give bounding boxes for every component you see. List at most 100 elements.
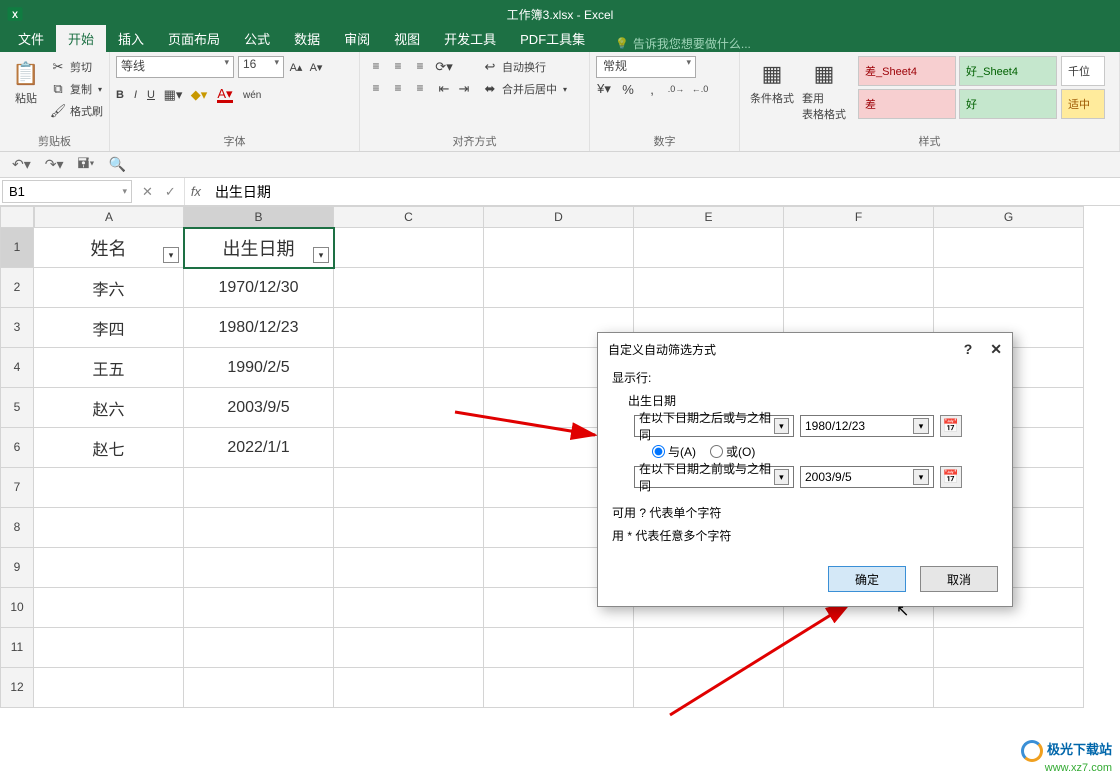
cell[interactable] bbox=[334, 268, 484, 308]
align-center[interactable]: ≡ bbox=[388, 78, 408, 98]
cell[interactable] bbox=[784, 668, 934, 708]
cell[interactable]: 2003/9/5 bbox=[184, 388, 334, 428]
tab-insert[interactable]: 插入 bbox=[106, 25, 156, 52]
decrease-indent-icon[interactable]: ⇤ bbox=[436, 81, 452, 97]
cell[interactable] bbox=[484, 668, 634, 708]
calendar-picker-1[interactable]: 📅 bbox=[940, 415, 962, 437]
cell-styles-gallery[interactable]: 差_Sheet4 好_Sheet4 差 好 bbox=[858, 56, 1057, 119]
cell[interactable] bbox=[184, 548, 334, 588]
preview-button[interactable]: 🔍 bbox=[109, 156, 126, 173]
criteria1-value-input[interactable]: 1980/12/23▾ bbox=[800, 415, 934, 437]
cell[interactable] bbox=[334, 668, 484, 708]
cell[interactable] bbox=[784, 628, 934, 668]
cell[interactable]: 1980/12/23 bbox=[184, 308, 334, 348]
style-bad-sheet4[interactable]: 差_Sheet4 bbox=[858, 56, 956, 86]
tab-home[interactable]: 开始 bbox=[56, 25, 106, 52]
tab-view[interactable]: 视图 bbox=[382, 25, 432, 52]
table-format-button[interactable]: ▦ 套用 表格格式 bbox=[798, 56, 850, 124]
tab-data[interactable]: 数据 bbox=[282, 25, 332, 52]
style-good[interactable]: 好 bbox=[959, 89, 1057, 119]
criteria1-operator-select[interactable]: 在以下日期之后或与之相同▾ bbox=[634, 415, 794, 437]
border-button[interactable]: ▦▾ bbox=[165, 87, 181, 103]
cell[interactable]: 王五 bbox=[34, 348, 184, 388]
font-name-select[interactable]: 等线 bbox=[116, 56, 234, 78]
dialog-close-button[interactable]: ✕ bbox=[990, 341, 1002, 358]
phonetic-button[interactable]: wén bbox=[243, 90, 261, 101]
cell[interactable] bbox=[334, 628, 484, 668]
align-middle[interactable]: ≡ bbox=[388, 56, 408, 76]
wrap-text-button[interactable]: ↩自动换行 bbox=[482, 56, 567, 78]
enter-formula-icon[interactable]: ✓ bbox=[165, 184, 176, 200]
col-header-G[interactable]: G bbox=[934, 206, 1084, 228]
col-header-C[interactable]: C bbox=[334, 206, 484, 228]
cell[interactable] bbox=[34, 508, 184, 548]
row-header-11[interactable]: 11 bbox=[0, 628, 34, 668]
increase-font-icon[interactable]: A▴ bbox=[288, 59, 304, 75]
cell[interactable]: 2022/1/1 bbox=[184, 428, 334, 468]
format-painter-button[interactable]: 🖌格式刷 bbox=[50, 100, 103, 122]
increase-indent-icon[interactable]: ⇥ bbox=[456, 81, 472, 97]
style-neutral[interactable]: 适中 bbox=[1061, 89, 1105, 119]
dialog-help-button[interactable]: ? bbox=[964, 341, 973, 358]
select-all-corner[interactable] bbox=[0, 206, 34, 228]
row-header-2[interactable]: 2 bbox=[0, 268, 34, 308]
decrease-decimal-icon[interactable]: ←.0 bbox=[692, 81, 708, 97]
currency-icon[interactable]: ¥▾ bbox=[596, 81, 612, 97]
cell[interactable] bbox=[484, 628, 634, 668]
font-size-select[interactable]: 16 bbox=[238, 56, 284, 78]
row-header-9[interactable]: 9 bbox=[0, 548, 34, 588]
decrease-font-icon[interactable]: A▾ bbox=[308, 59, 324, 75]
cancel-formula-icon[interactable]: ✕ bbox=[142, 184, 153, 200]
style-bad[interactable]: 差 bbox=[858, 89, 956, 119]
col-header-F[interactable]: F bbox=[784, 206, 934, 228]
orientation-icon[interactable]: ⟳▾ bbox=[436, 59, 452, 75]
cell[interactable] bbox=[334, 428, 484, 468]
font-color-button[interactable]: A▾ bbox=[217, 87, 233, 103]
cell[interactable] bbox=[334, 348, 484, 388]
cancel-button[interactable]: 取消 bbox=[920, 566, 998, 592]
align-top[interactable]: ≡ bbox=[366, 56, 386, 76]
cell[interactable] bbox=[334, 548, 484, 588]
merge-center-button[interactable]: ⬌合并后居中▾ bbox=[482, 78, 567, 100]
number-format-select[interactable]: 常规 bbox=[596, 56, 696, 78]
cell[interactable] bbox=[634, 228, 784, 268]
conditional-format-button[interactable]: ▦ 条件格式 bbox=[746, 56, 798, 108]
cell[interactable] bbox=[934, 628, 1084, 668]
name-box[interactable]: B1 bbox=[2, 180, 132, 203]
cell[interactable] bbox=[334, 468, 484, 508]
row-header-4[interactable]: 4 bbox=[0, 348, 34, 388]
tab-layout[interactable]: 页面布局 bbox=[156, 25, 232, 52]
save-button[interactable]: 🖬▾ bbox=[78, 153, 95, 177]
style-good-sheet4[interactable]: 好_Sheet4 bbox=[959, 56, 1057, 86]
col-header-D[interactable]: D bbox=[484, 206, 634, 228]
cell[interactable] bbox=[334, 508, 484, 548]
align-bottom[interactable]: ≡ bbox=[410, 56, 430, 76]
tab-developer[interactable]: 开发工具 bbox=[432, 25, 508, 52]
tab-formulas[interactable]: 公式 bbox=[232, 25, 282, 52]
cell[interactable] bbox=[34, 668, 184, 708]
row-header-7[interactable]: 7 bbox=[0, 468, 34, 508]
tab-review[interactable]: 审阅 bbox=[332, 25, 382, 52]
cell[interactable] bbox=[34, 588, 184, 628]
cell[interactable]: 李六 bbox=[34, 268, 184, 308]
cell[interactable] bbox=[34, 468, 184, 508]
cell[interactable] bbox=[184, 508, 334, 548]
align-right[interactable]: ≡ bbox=[410, 78, 430, 98]
tab-file[interactable]: 文件 bbox=[6, 25, 56, 52]
cell[interactable] bbox=[784, 228, 934, 268]
col-header-A[interactable]: A bbox=[34, 206, 184, 228]
redo-button[interactable]: ↷▾ bbox=[45, 156, 64, 173]
cell[interactable] bbox=[934, 268, 1084, 308]
cell[interactable]: 1970/12/30 bbox=[184, 268, 334, 308]
row-header-10[interactable]: 10 bbox=[0, 588, 34, 628]
cell[interactable] bbox=[34, 628, 184, 668]
and-radio[interactable]: 与(A) bbox=[652, 443, 696, 460]
tell-me-input[interactable]: 告诉我您想要做什么... bbox=[615, 35, 751, 52]
cell[interactable] bbox=[334, 388, 484, 428]
or-radio[interactable]: 或(O) bbox=[710, 443, 755, 460]
percent-icon[interactable]: % bbox=[620, 81, 636, 97]
cell[interactable] bbox=[184, 588, 334, 628]
row-header-5[interactable]: 5 bbox=[0, 388, 34, 428]
calendar-picker-2[interactable]: 📅 bbox=[940, 466, 962, 488]
cell[interactable] bbox=[184, 468, 334, 508]
